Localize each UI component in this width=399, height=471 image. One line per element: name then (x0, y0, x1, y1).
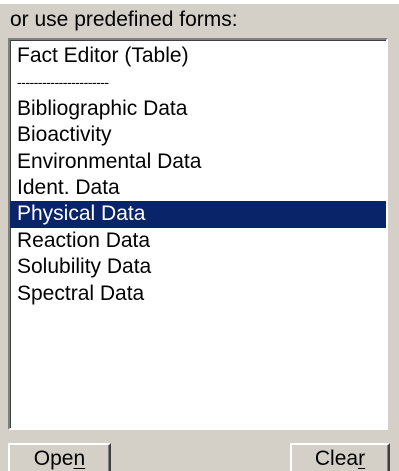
list-item[interactable]: Ident. Data (10, 175, 386, 201)
forms-list-items: Fact Editor (Table) ---------------------… (10, 40, 386, 307)
list-separator: ---------------------- (17, 74, 109, 91)
open-button-accelerator: n (73, 447, 86, 470)
clipped-window-edge: l (0, 0, 399, 4)
list-item[interactable]: Reaction Data (10, 228, 386, 254)
open-button-label-start: Ope (33, 447, 74, 470)
predefined-forms-list[interactable]: Fact Editor (Table) ---------------------… (8, 38, 388, 430)
list-item[interactable]: Environmental Data (10, 149, 386, 175)
open-button[interactable]: Open (8, 443, 111, 471)
list-item[interactable]: Spectral Data (10, 281, 386, 307)
list-item[interactable]: Bibliographic Data (10, 96, 386, 122)
list-item[interactable]: Physical Data (10, 201, 386, 228)
forms-caption: or use predefined forms: (10, 8, 238, 31)
list-item[interactable]: Bioactivity (10, 122, 386, 148)
list-item[interactable]: Solubility Data (10, 254, 386, 280)
clear-button-label-start: Clea (314, 447, 359, 470)
clear-button[interactable]: Clear (290, 443, 390, 471)
clear-button-accelerator: r (358, 447, 366, 470)
predefined-forms-panel: l or use predefined forms: Fact Editor (… (0, 0, 399, 471)
clipped-text-fragment: l (0, 0, 17, 4)
list-item[interactable]: Fact Editor (Table) (10, 43, 386, 69)
